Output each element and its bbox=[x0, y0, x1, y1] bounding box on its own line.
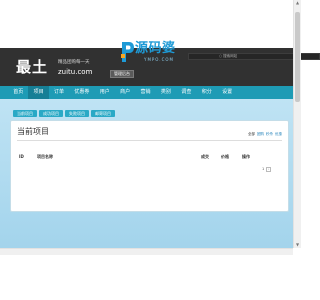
scroll-thumb[interactable] bbox=[295, 12, 300, 102]
column-header-actions: 操作 bbox=[242, 154, 250, 159]
column-header-name: 项目名称 bbox=[37, 154, 53, 159]
nav-item-coupons[interactable]: 优惠券 bbox=[69, 86, 94, 99]
column-header-id: ID bbox=[19, 154, 24, 159]
nav-item-marketing[interactable]: 营销 bbox=[135, 86, 155, 99]
nav-item-points[interactable]: 积分 bbox=[197, 86, 217, 99]
page-title: 当前项目 bbox=[17, 127, 49, 136]
filter-all[interactable]: 全部 bbox=[248, 132, 255, 137]
column-header-price: 价格 bbox=[221, 154, 229, 159]
pager-next-icon[interactable]: › bbox=[266, 167, 272, 172]
logo-slogan: 精品团购每一天 bbox=[58, 60, 90, 65]
filter-groupbuy[interactable]: 团购 bbox=[257, 132, 264, 137]
main-nav: 首页 项目 订单 优惠券 用户 商户 营销 类别 调查 积分 设置 bbox=[0, 86, 293, 99]
panel-actions: 全部 团购 秒杀 优惠 bbox=[248, 132, 282, 137]
nav-item-home[interactable]: 首页 bbox=[8, 86, 28, 99]
pager-current-page[interactable]: 1 bbox=[262, 167, 264, 172]
subtab-success[interactable]: 成功项目 bbox=[39, 110, 63, 117]
title-divider bbox=[17, 140, 282, 141]
site-header: ○ 搜索网站 最土 精品团购每一天 zuitu.com 管理后台 bbox=[0, 48, 320, 86]
subtab-current[interactable]: 当前项目 bbox=[13, 110, 37, 117]
content-area: 当前项目 成功项目 失败项目 邮寄项目 当前项目 全部 团购 秒杀 优惠 ID … bbox=[0, 99, 293, 248]
nav-item-categories[interactable]: 类别 bbox=[156, 86, 176, 99]
column-header-sales: 成交 bbox=[201, 154, 209, 159]
nav-item-orders[interactable]: 订单 bbox=[49, 86, 69, 99]
subtab-failed[interactable]: 失败项目 bbox=[65, 110, 89, 117]
logo-domain: zuitu.com bbox=[58, 68, 93, 76]
filter-discount[interactable]: 优惠 bbox=[275, 132, 282, 137]
nav-item-projects[interactable]: 项目 bbox=[28, 86, 49, 99]
nav-item-users[interactable]: 用户 bbox=[95, 86, 115, 99]
nav-item-merchants[interactable]: 商户 bbox=[115, 86, 135, 99]
scroll-down-icon[interactable]: ▼ bbox=[294, 242, 301, 248]
filter-seckill[interactable]: 秒杀 bbox=[266, 132, 273, 137]
project-panel: 当前项目 全部 团购 秒杀 优惠 ID 项目名称 成交 价格 操作 1 › bbox=[10, 120, 289, 212]
pagination: 1 › bbox=[262, 167, 277, 172]
nav-item-surveys[interactable]: 调查 bbox=[176, 86, 196, 99]
horizontal-scrollbar[interactable] bbox=[0, 248, 293, 255]
logo-title[interactable]: 最土 bbox=[16, 58, 48, 76]
admin-tag: 管理后台 bbox=[110, 70, 134, 78]
vertical-scrollbar[interactable]: ▲ ▼ bbox=[293, 0, 301, 248]
nav-item-settings[interactable]: 设置 bbox=[217, 86, 237, 99]
browser-viewport: ○ 搜索网站 最土 精品团购每一天 zuitu.com 管理后台 首页 项目 订… bbox=[0, 0, 320, 300]
subtab-shipped[interactable]: 邮寄项目 bbox=[91, 110, 115, 117]
scroll-up-icon[interactable]: ▲ bbox=[294, 0, 301, 6]
sub-tabs: 当前项目 成功项目 失败项目 邮寄项目 bbox=[13, 110, 115, 117]
